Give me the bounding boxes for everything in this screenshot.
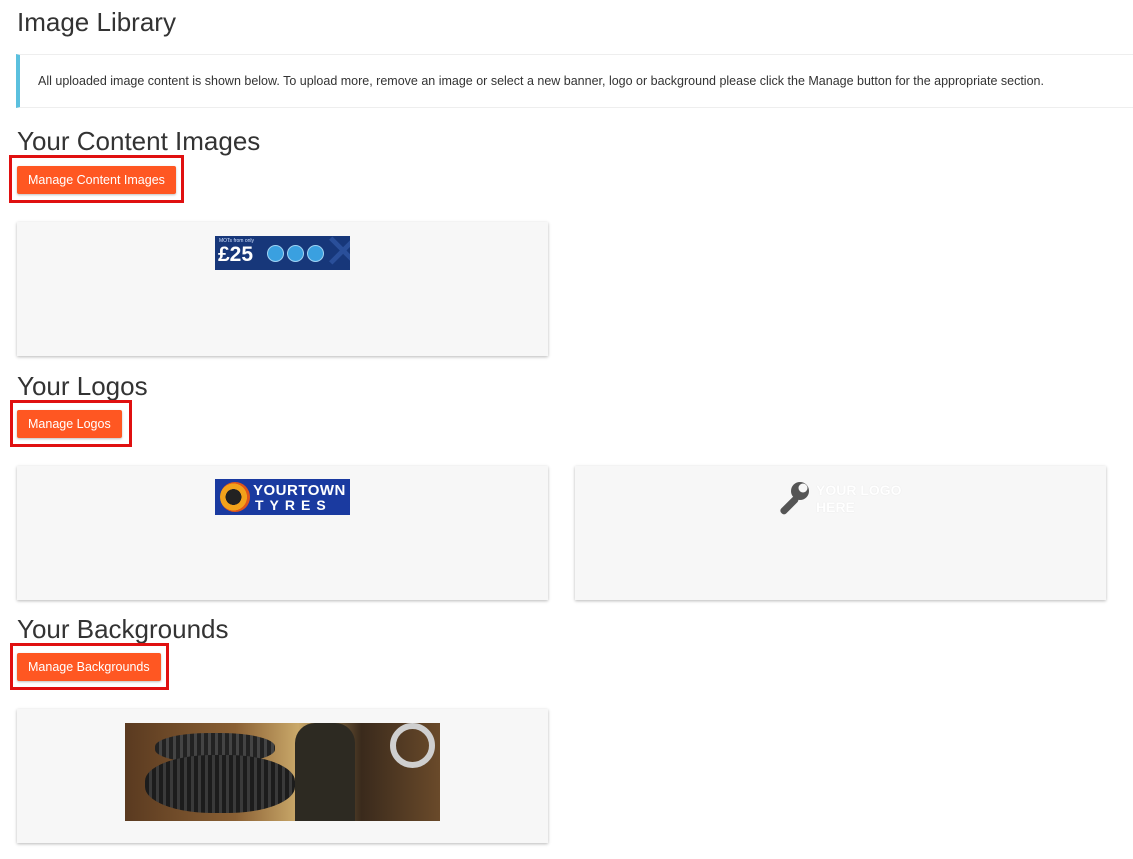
info-text: All uploaded image content is shown belo…	[38, 74, 1044, 88]
yourtown-tyres-logo: YOURTOWN TYRES	[215, 479, 350, 515]
background-card[interactable]	[17, 709, 548, 843]
placeholder-line1: YOUR LOGO	[816, 482, 902, 498]
logo-card-placeholder[interactable]: YOUR LOGO HERE	[575, 466, 1106, 600]
section-title-backgrounds: Your Backgrounds	[17, 614, 229, 644]
info-callout: All uploaded image content is shown belo…	[16, 54, 1133, 108]
banner-price: £25	[218, 243, 254, 266]
page-title: Image Library	[17, 7, 176, 37]
wrench-icon	[780, 482, 809, 515]
scooter-icon	[267, 245, 284, 262]
manage-logos-button[interactable]: Manage Logos	[17, 410, 122, 438]
content-image-card[interactable]: MOTs from only £25 ✕	[17, 222, 548, 356]
x-decoration-icon: ✕	[323, 236, 350, 270]
manage-backgrounds-button[interactable]: Manage Backgrounds	[17, 653, 161, 681]
mot-banner-image: MOTs from only £25 ✕	[215, 236, 350, 270]
manage-content-images-button[interactable]: Manage Content Images	[17, 166, 176, 194]
section-title-content-images: Your Content Images	[17, 126, 261, 156]
your-logo-here-image: YOUR LOGO HERE	[772, 480, 912, 518]
placeholder-line2: HERE	[816, 499, 855, 515]
logo-card-yourtown[interactable]: YOURTOWN TYRES	[17, 466, 548, 600]
tyre-fire-icon	[220, 482, 250, 512]
section-title-logos: Your Logos	[17, 371, 148, 401]
tyre-workshop-photo	[125, 723, 440, 821]
motorbike-icon	[307, 245, 324, 262]
logo-line2: TYRES	[255, 497, 332, 513]
car-icon	[287, 245, 304, 262]
